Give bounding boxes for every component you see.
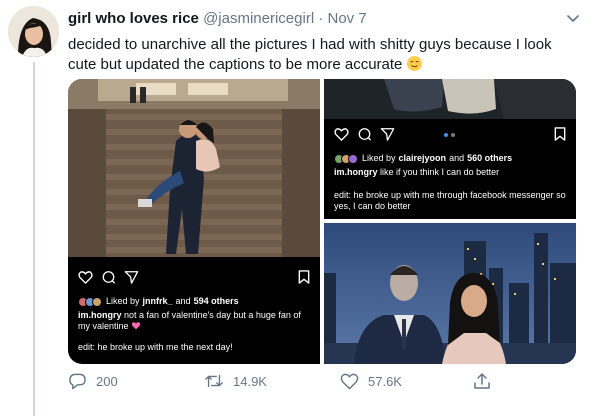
- post1-caption: im.hongry not a fan of valentine's day b…: [78, 310, 310, 332]
- tweet-actions: 200 14.9K 57.6K: [68, 372, 576, 402]
- post1-edit: edit: he broke up with me the next day!: [78, 342, 233, 352]
- caption-user[interactable]: im.hongry: [78, 310, 122, 320]
- like-button[interactable]: 57.6K: [340, 372, 402, 390]
- share-icon: [474, 373, 490, 389]
- media-grid[interactable]: Liked by jnnfrk_ and 594 others im.hongr…: [68, 79, 576, 364]
- liker-avatars: [334, 153, 358, 164]
- retweet-button[interactable]: 14.9K: [204, 372, 267, 390]
- post2-action-icons: [334, 127, 395, 141]
- share-icon[interactable]: [124, 270, 139, 284]
- heart-icon: [340, 373, 359, 390]
- heart-icon[interactable]: [334, 127, 349, 141]
- liked-and: and: [449, 153, 465, 163]
- retweet-icon: [205, 374, 223, 388]
- heart-icon[interactable]: [78, 270, 93, 284]
- chevron-down-icon[interactable]: [564, 9, 582, 27]
- photo-city-night[interactable]: [324, 223, 576, 364]
- liked-prefix: Liked by: [106, 296, 140, 306]
- post2-caption: im.hongry like if you think I can do bet…: [334, 167, 566, 178]
- share-button[interactable]: [473, 372, 491, 390]
- post2-edit: edit: he broke up with me through facebo…: [334, 190, 566, 211]
- bookmark-icon[interactable]: [298, 270, 310, 284]
- reply-button[interactable]: 200: [68, 372, 118, 390]
- post2-likes: Liked by clairejyoon and 560 others: [334, 153, 566, 164]
- caption-user[interactable]: im.hongry: [334, 167, 378, 177]
- thread-line: [33, 62, 35, 416]
- tweet-body: decided to unarchive all the pictures I …: [68, 36, 552, 73]
- liked-count[interactable]: 560 others: [467, 153, 512, 164]
- photo-valentine[interactable]: Liked by jnnfrk_ and 594 others im.hongr…: [68, 79, 320, 364]
- post2-text: Liked by clairejyoon and 560 others im.h…: [334, 153, 566, 212]
- tweet-text: decided to unarchive all the pictures I …: [68, 35, 568, 75]
- post1-text: Liked by jnnfrk_ and 594 others im.hongr…: [78, 296, 310, 353]
- post1-likes: Liked by jnnfrk_ and 594 others: [78, 296, 310, 307]
- retweet-count: 14.9K: [233, 373, 267, 389]
- liker-avatars: [78, 296, 102, 307]
- separator: ·: [318, 10, 324, 27]
- cropped-photo: [324, 79, 576, 119]
- post1-action-icons: [78, 270, 139, 284]
- share-icon[interactable]: [380, 127, 395, 141]
- relieved-face-icon: [406, 56, 422, 71]
- city-photo: [324, 223, 576, 364]
- reply-count: 200: [96, 373, 118, 389]
- tweet-date[interactable]: Nov 7: [328, 10, 367, 27]
- comment-icon[interactable]: [101, 270, 116, 284]
- liked-and: and: [175, 296, 191, 306]
- avatar[interactable]: [8, 6, 59, 57]
- comment-icon[interactable]: [357, 127, 372, 141]
- tweet-header: girl who loves rice @jasminericegirl · N…: [68, 10, 367, 27]
- carousel-dots: [444, 133, 455, 137]
- like-count: 57.6K: [368, 373, 402, 389]
- liked-count[interactable]: 594 others: [194, 296, 239, 307]
- liked-user[interactable]: clairejyoon: [399, 153, 447, 164]
- display-name[interactable]: girl who loves rice: [68, 10, 199, 27]
- liked-user[interactable]: jnnfrk_: [143, 296, 173, 307]
- stairs-photo: [68, 79, 320, 257]
- bookmark-icon[interactable]: [554, 127, 566, 141]
- photo-messenger[interactable]: Liked by clairejyoon and 560 others im.h…: [324, 79, 576, 219]
- heart-emoji-icon: [131, 321, 141, 330]
- liked-prefix: Liked by: [362, 153, 396, 163]
- reply-icon: [69, 373, 86, 390]
- handle[interactable]: @jasminericegirl: [203, 10, 314, 27]
- caption-text: like if you think I can do better: [380, 167, 500, 177]
